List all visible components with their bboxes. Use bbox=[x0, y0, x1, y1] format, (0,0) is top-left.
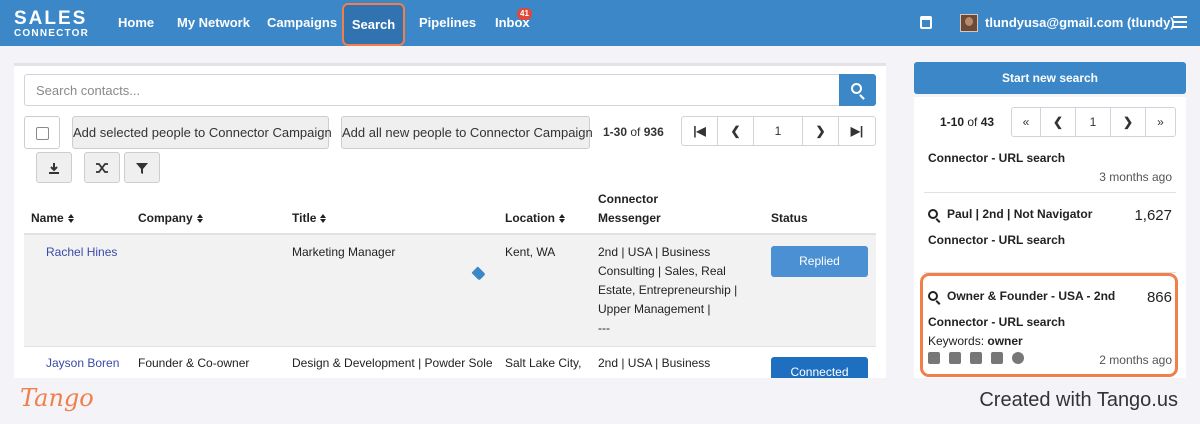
pagination: |◀ ❮ 1 ❯ ▶| bbox=[681, 116, 876, 146]
prev-page-icon[interactable]: ❮ bbox=[718, 117, 754, 145]
column-header-name[interactable]: Name bbox=[31, 209, 74, 228]
filter-button[interactable] bbox=[124, 152, 160, 183]
contact-name-link[interactable]: Jayson Boren bbox=[46, 354, 119, 373]
inbox-count-badge: 41 bbox=[517, 8, 532, 20]
search-input[interactable] bbox=[24, 74, 839, 106]
avatar[interactable] bbox=[960, 14, 978, 32]
nav-pipelines[interactable]: Pipelines bbox=[419, 0, 476, 46]
contact-title: Design & Development | Powder Sole bbox=[292, 356, 493, 370]
column-header-messenger: Connector Messenger bbox=[598, 190, 661, 228]
header-title-label: Title bbox=[292, 211, 317, 225]
column-header-status: Status bbox=[771, 211, 808, 225]
status-connected-button[interactable]: Connected bbox=[771, 357, 868, 378]
messenger-line: Estate, Entrepreneurship | bbox=[598, 283, 738, 297]
contact-messenger: 2nd | USA | Business Consulting | Sales,… bbox=[598, 243, 758, 338]
saved-search-type: Connector - URL search bbox=[928, 151, 1066, 165]
calendar-icon[interactable] bbox=[920, 16, 932, 29]
checkbox-square bbox=[36, 127, 49, 140]
results-range: 1-30 of 936 bbox=[603, 125, 664, 139]
tango-footer: Tango Created with Tango.us bbox=[0, 378, 1200, 424]
saved-range-of: of bbox=[967, 115, 978, 129]
filter-icon bbox=[136, 162, 148, 174]
column-header-title[interactable]: Title bbox=[292, 209, 327, 228]
contact-location: Kent, WA bbox=[505, 245, 556, 259]
last-page-icon[interactable]: ▶| bbox=[839, 117, 875, 145]
search-icon bbox=[851, 83, 862, 94]
prev-page-icon[interactable]: ❮ bbox=[1041, 108, 1076, 136]
created-with-text: Created with Tango.us bbox=[979, 389, 1178, 411]
nav-search[interactable]: Search bbox=[342, 3, 405, 46]
user-account[interactable]: tlundyusa@gmail.com (tlundy) bbox=[985, 0, 1175, 46]
add-all-to-campaign-button[interactable]: Add all new people to Connector Campaign bbox=[341, 116, 593, 149]
header-messenger-line-2: Messenger bbox=[598, 211, 661, 225]
brand-line-1: SALES bbox=[14, 8, 88, 29]
last-page-icon[interactable]: » bbox=[1146, 108, 1175, 136]
saved-page-number[interactable]: 1 bbox=[1076, 108, 1111, 136]
saved-range-current: 1-10 bbox=[940, 115, 965, 129]
saved-pagination: « ❮ 1 ❯ » bbox=[1011, 107, 1176, 137]
row-divider bbox=[24, 346, 876, 347]
nav-campaigns[interactable]: Campaigns bbox=[267, 0, 337, 46]
next-page-icon[interactable]: ❯ bbox=[1111, 108, 1146, 136]
messenger-line: 2nd | USA | Business bbox=[598, 245, 711, 259]
messenger-line: Upper Management | bbox=[598, 302, 711, 316]
sort-icon bbox=[559, 214, 565, 223]
range-of: of bbox=[630, 125, 641, 139]
export-icon bbox=[49, 162, 59, 174]
contact-messenger: 2nd | USA | Business bbox=[598, 356, 711, 370]
brand-logo[interactable]: SALES CONNECTOR bbox=[14, 9, 96, 39]
saved-results-range: 1-10 of 43 bbox=[940, 115, 994, 129]
first-page-icon[interactable]: « bbox=[1012, 108, 1041, 136]
range-current: 1-30 bbox=[603, 125, 628, 139]
select-all-checkbox[interactable] bbox=[24, 116, 60, 149]
shuffle-button[interactable] bbox=[84, 152, 120, 183]
add-selected-to-campaign-button[interactable]: Add selected people to Connector Campaig… bbox=[72, 116, 332, 149]
saved-search-name: Paul | 2nd | Not Navigator bbox=[947, 207, 1093, 221]
top-navbar: SALES CONNECTOR Home My Network Campaign… bbox=[0, 0, 1200, 46]
column-header-company[interactable]: Company bbox=[138, 209, 203, 228]
next-page-icon[interactable]: ❯ bbox=[803, 117, 839, 145]
saved-range-total: 43 bbox=[980, 115, 995, 129]
saved-search-divider bbox=[924, 192, 1176, 193]
saved-search-time: 3 months ago bbox=[1099, 170, 1172, 184]
export-button[interactable] bbox=[36, 152, 72, 183]
hamburger-menu-icon[interactable] bbox=[1173, 16, 1187, 28]
messenger-line: --- bbox=[598, 321, 610, 335]
saved-search-type: Connector - URL search bbox=[928, 233, 1066, 247]
search-button[interactable] bbox=[839, 74, 876, 106]
range-total: 936 bbox=[643, 125, 664, 139]
header-location-label: Location bbox=[505, 211, 555, 225]
contact-name-link[interactable]: Rachel Hines bbox=[46, 243, 117, 262]
start-new-search-button[interactable]: Start new search bbox=[914, 62, 1186, 94]
status-replied-button[interactable]: Replied bbox=[771, 246, 868, 277]
sort-icon bbox=[67, 214, 74, 223]
page-number-input[interactable]: 1 bbox=[754, 117, 803, 145]
brand-line-2: CONNECTOR bbox=[14, 28, 90, 39]
contact-title: Marketing Manager bbox=[292, 245, 396, 259]
saved-search-title[interactable]: Paul | 2nd | Not Navigator bbox=[928, 207, 1092, 221]
first-page-icon[interactable]: |◀ bbox=[682, 117, 718, 145]
highlight-box bbox=[920, 273, 1178, 377]
contact-location: Salt Lake City, bbox=[505, 356, 582, 370]
sort-icon bbox=[196, 214, 203, 223]
header-messenger-line-1: Connector bbox=[598, 192, 658, 206]
nav-my-network[interactable]: My Network bbox=[177, 0, 250, 46]
sort-icon bbox=[320, 214, 327, 223]
nav-inbox[interactable]: Inbox bbox=[495, 0, 530, 46]
shuffle-icon bbox=[96, 162, 108, 173]
messenger-line: Consulting | Sales, Real bbox=[598, 264, 726, 278]
search-icon bbox=[928, 209, 938, 219]
contacts-panel: Add selected people to Connector Campaig… bbox=[14, 63, 886, 378]
header-company-label: Company bbox=[138, 211, 193, 225]
tango-logo: Tango bbox=[20, 384, 94, 412]
column-header-location[interactable]: Location bbox=[505, 209, 565, 228]
header-name-label: Name bbox=[31, 211, 64, 225]
nav-home[interactable]: Home bbox=[118, 0, 154, 46]
contact-company: Founder & Co-owner bbox=[138, 356, 250, 370]
saved-search-count: 1,627 bbox=[1134, 207, 1172, 224]
